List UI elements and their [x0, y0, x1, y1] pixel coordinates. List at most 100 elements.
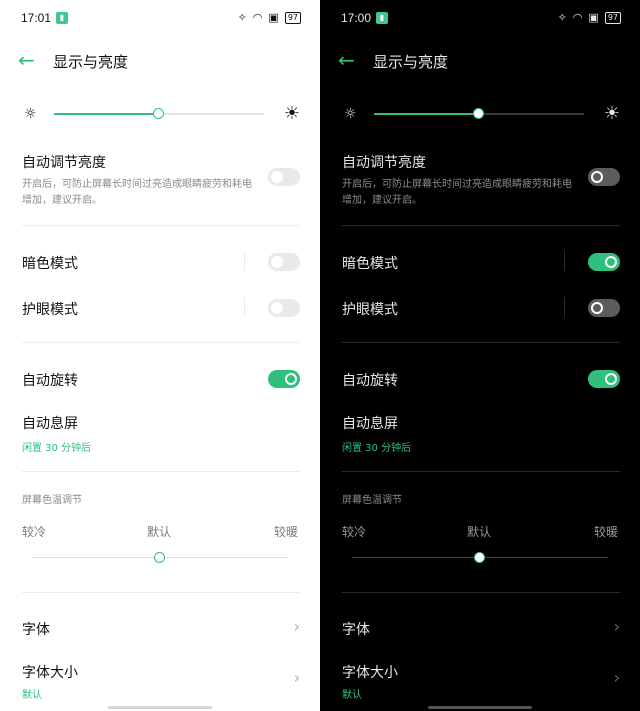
dark-mode-label: 暗色模式 — [342, 256, 398, 272]
screen-off-label: 自动息屏 — [22, 416, 78, 432]
brightness-track[interactable] — [374, 108, 584, 119]
toggle-knob — [271, 171, 283, 183]
brightness-thumb[interactable] — [473, 108, 484, 119]
screen-off-label: 自动息屏 — [342, 416, 398, 432]
temp-default-label: 默认 — [147, 525, 172, 539]
toggle-knob — [605, 256, 617, 268]
brightness-fill — [54, 113, 159, 115]
divider — [342, 225, 620, 226]
status-time: 17:01 — [21, 11, 52, 25]
color-temp-title: 屏幕色温调节 — [22, 495, 82, 506]
eye-mode-label: 护眼模式 — [22, 302, 78, 318]
temp-default-label: 默认 — [467, 525, 492, 539]
sun-large-icon: ☀ — [603, 103, 620, 124]
eye-mode-toggle[interactable] — [588, 299, 620, 317]
font-label: 字体 — [22, 622, 50, 638]
brightness-slider[interactable]: ☼ ☀ — [344, 104, 620, 124]
divider — [22, 471, 300, 472]
back-arrow-icon[interactable]: ← — [18, 46, 35, 74]
status-bar: 17:01 ▮ ✧ ◠ ▣ 97 — [0, 0, 320, 36]
divider — [342, 592, 620, 593]
dark-mode-row: 暗色模式 — [342, 251, 620, 273]
auto-brightness-label: 自动调节亮度 — [342, 155, 426, 171]
brightness-fill — [374, 113, 479, 115]
screen-off-row[interactable]: 自动息屏 闲置 30 分钟后 — [22, 413, 300, 454]
font-size-row[interactable]: 字体大小 默认 › — [342, 662, 620, 701]
wifi-icon: ◠ — [572, 11, 583, 24]
nfc-icon: ✧ — [557, 11, 567, 24]
divider — [22, 342, 300, 343]
divider — [342, 471, 620, 472]
screen-off-value: 闲置 30 分钟后 — [342, 443, 412, 454]
font-size-row[interactable]: 字体大小 默认 › — [22, 662, 300, 701]
auto-rotate-toggle[interactable] — [268, 370, 300, 388]
temp-cold-label: 较冷 — [342, 525, 367, 539]
brightness-thumb[interactable] — [153, 108, 164, 119]
font-label: 字体 — [342, 622, 370, 638]
toggle-knob — [271, 256, 283, 268]
sim-icon: ▣ — [268, 11, 279, 24]
toggle-knob — [285, 373, 297, 385]
light-screen: 17:01 ▮ ✧ ◠ ▣ 97 ← 显示与亮度 ☼ ☀ 自动调节亮度 开启后，… — [0, 0, 320, 711]
toggle-knob — [605, 373, 617, 385]
auto-brightness-toggle[interactable] — [588, 168, 620, 186]
divider — [22, 225, 300, 226]
dark-mode-toggle[interactable] — [588, 253, 620, 271]
eye-mode-row: 护眼模式 — [342, 297, 620, 319]
toggle-knob — [271, 302, 283, 314]
auto-brightness-desc: 开启后，可防止屏幕长时间过亮造成眼睛疲劳和耗电增加，建议开启。 — [342, 179, 572, 206]
wifi-icon: ◠ — [252, 11, 263, 24]
color-temp-thumb[interactable] — [474, 552, 485, 563]
color-temp-slider[interactable] — [32, 552, 288, 563]
auto-brightness-label: 自动调节亮度 — [22, 155, 106, 171]
chevron-right-icon: › — [293, 617, 300, 636]
vertical-separator — [244, 251, 245, 271]
color-temp-title: 屏幕色温调节 — [342, 495, 402, 506]
chevron-right-icon: › — [613, 617, 620, 636]
color-temp-thumb[interactable] — [154, 552, 165, 563]
page-title: 显示与亮度 — [373, 53, 449, 71]
toggle-knob — [591, 171, 603, 183]
divider — [22, 592, 300, 593]
status-icons: ✧ ◠ ▣ 97 — [558, 11, 621, 24]
app-notification-icon: ▮ — [56, 12, 68, 24]
status-bar: 17:00 ▮ ✧ ◠ ▣ 97 — [320, 0, 640, 36]
battery-icon: 97 — [604, 11, 621, 24]
sun-small-icon: ☼ — [24, 106, 37, 122]
home-indicator[interactable] — [428, 706, 532, 709]
app-notification-icon: ▮ — [376, 12, 388, 24]
dark-screen: 17:00 ▮ ✧ ◠ ▣ 97 ← 显示与亮度 ☼ ☀ 自动调节亮度 开启后，… — [320, 0, 640, 711]
screen-off-row[interactable]: 自动息屏 闲置 30 分钟后 — [342, 413, 620, 454]
temp-warm-label: 较暖 — [273, 525, 298, 539]
header: ← 显示与亮度 — [320, 46, 640, 74]
color-temp-slider[interactable] — [352, 552, 608, 563]
status-time: 17:00 — [341, 11, 372, 25]
vertical-separator — [244, 297, 245, 317]
status-icons: ✧ ◠ ▣ 97 — [238, 11, 301, 24]
auto-rotate-row: 自动旋转 — [342, 370, 620, 390]
font-row[interactable]: 字体 › — [22, 617, 300, 639]
back-arrow-icon[interactable]: ← — [338, 46, 355, 74]
auto-rotate-row: 自动旋转 — [22, 370, 300, 390]
font-row[interactable]: 字体 › — [342, 617, 620, 639]
chevron-right-icon: › — [613, 668, 620, 687]
auto-brightness-toggle[interactable] — [268, 168, 300, 186]
battery-icon: 97 — [284, 11, 301, 24]
sim-icon: ▣ — [588, 11, 599, 24]
auto-brightness-desc: 开启后，可防止屏幕长时间过亮造成眼睛疲劳和耗电增加，建议开启。 — [22, 179, 252, 206]
dark-mode-label: 暗色模式 — [22, 256, 78, 272]
auto-rotate-toggle[interactable] — [588, 370, 620, 388]
eye-mode-toggle[interactable] — [268, 299, 300, 317]
auto-brightness-row: 自动调节亮度 开启后，可防止屏幕长时间过亮造成眼睛疲劳和耗电增加，建议开启。 — [342, 152, 620, 209]
auto-rotate-label: 自动旋转 — [22, 373, 78, 389]
sun-small-icon: ☼ — [344, 106, 357, 122]
font-size-label: 字体大小 — [342, 665, 398, 681]
home-indicator[interactable] — [108, 706, 212, 709]
brightness-track[interactable] — [54, 108, 264, 119]
screens-container: 17:01 ▮ ✧ ◠ ▣ 97 ← 显示与亮度 ☼ ☀ 自动调节亮度 开启后，… — [0, 0, 640, 711]
brightness-slider[interactable]: ☼ ☀ — [24, 104, 300, 124]
dark-mode-row: 暗色模式 — [22, 251, 300, 273]
dark-mode-toggle[interactable] — [268, 253, 300, 271]
font-size-label: 字体大小 — [22, 665, 78, 681]
eye-mode-row: 护眼模式 — [22, 297, 300, 319]
